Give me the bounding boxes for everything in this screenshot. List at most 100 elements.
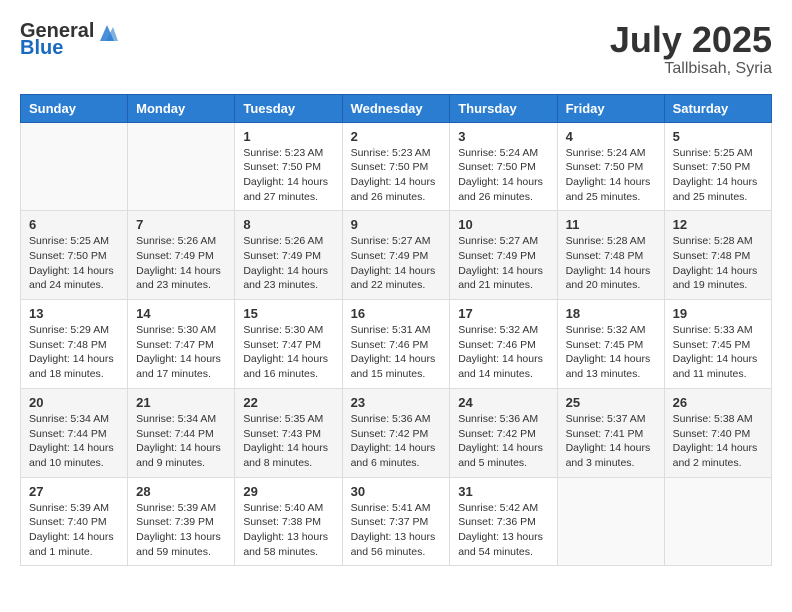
- day-info: Sunrise: 5:34 AM Sunset: 7:44 PM Dayligh…: [136, 412, 226, 471]
- day-cell: 5 Sunrise: 5:25 AM Sunset: 7:50 PM Daylig…: [664, 122, 771, 211]
- calendar-table: SundayMondayTuesdayWednesdayThursdayFrid…: [20, 94, 772, 567]
- day-info: Sunrise: 5:23 AM Sunset: 7:50 PM Dayligh…: [351, 146, 442, 205]
- week-row-1: 1 Sunrise: 5:23 AM Sunset: 7:50 PM Daylig…: [21, 122, 772, 211]
- logo: General Blue: [20, 20, 118, 60]
- day-cell: 18 Sunrise: 5:32 AM Sunset: 7:45 PM Dayli…: [557, 300, 664, 389]
- logo-icon: [96, 23, 118, 41]
- day-cell: 19 Sunrise: 5:33 AM Sunset: 7:45 PM Dayli…: [664, 300, 771, 389]
- day-number: 20: [29, 395, 119, 410]
- day-cell: 17 Sunrise: 5:32 AM Sunset: 7:46 PM Dayli…: [450, 300, 557, 389]
- day-number: 18: [566, 306, 656, 321]
- day-cell: 12 Sunrise: 5:28 AM Sunset: 7:48 PM Dayli…: [664, 211, 771, 300]
- day-cell: 8Sunrise: 5:26 AM Sunset: 7:49 PM Daylig…: [235, 211, 342, 300]
- day-number: 27: [29, 484, 119, 499]
- day-cell: 13 Sunrise: 5:29 AM Sunset: 7:48 PM Dayli…: [21, 300, 128, 389]
- day-number: 8: [243, 217, 333, 232]
- day-number: 9: [351, 217, 442, 232]
- week-row-2: 6Sunrise: 5:25 AM Sunset: 7:50 PM Daylig…: [21, 211, 772, 300]
- day-number: 13: [29, 306, 119, 321]
- day-info: Sunrise: 5:29 AM Sunset: 7:48 PM Dayligh…: [29, 323, 119, 382]
- weekday-header-sunday: Sunday: [21, 94, 128, 122]
- day-number: 12: [673, 217, 763, 232]
- day-cell: 2 Sunrise: 5:23 AM Sunset: 7:50 PM Daylig…: [342, 122, 450, 211]
- day-info: Sunrise: 5:28 AM Sunset: 7:48 PM Dayligh…: [566, 234, 656, 293]
- weekday-header-friday: Friday: [557, 94, 664, 122]
- day-info: Sunrise: 5:35 AM Sunset: 7:43 PM Dayligh…: [243, 412, 333, 471]
- day-number: 23: [351, 395, 442, 410]
- day-cell: 9 Sunrise: 5:27 AM Sunset: 7:49 PM Daylig…: [342, 211, 450, 300]
- weekday-header-monday: Monday: [128, 94, 235, 122]
- week-row-3: 13 Sunrise: 5:29 AM Sunset: 7:48 PM Dayli…: [21, 300, 772, 389]
- day-cell: 7 Sunrise: 5:26 AM Sunset: 7:49 PM Daylig…: [128, 211, 235, 300]
- day-cell: 15Sunrise: 5:30 AM Sunset: 7:47 PM Dayli…: [235, 300, 342, 389]
- day-cell: 30 Sunrise: 5:41 AM Sunset: 7:37 PM Dayli…: [342, 477, 450, 566]
- day-number: 10: [458, 217, 548, 232]
- day-cell: 29 Sunrise: 5:40 AM Sunset: 7:38 PM Dayli…: [235, 477, 342, 566]
- day-info: Sunrise: 5:30 AM Sunset: 7:47 PM Dayligh…: [136, 323, 226, 382]
- day-info: Sunrise: 5:38 AM Sunset: 7:40 PM Dayligh…: [673, 412, 763, 471]
- day-number: 19: [673, 306, 763, 321]
- title-block: July 2025 Tallbisah, Syria: [610, 20, 772, 78]
- day-number: 30: [351, 484, 442, 499]
- week-row-5: 27 Sunrise: 5:39 AM Sunset: 7:40 PM Dayli…: [21, 477, 772, 566]
- day-cell: 6Sunrise: 5:25 AM Sunset: 7:50 PM Daylig…: [21, 211, 128, 300]
- page-header: General Blue July 2025 Tallbisah, Syria: [20, 20, 772, 78]
- day-info: Sunrise: 5:23 AM Sunset: 7:50 PM Dayligh…: [243, 146, 333, 205]
- day-info: Sunrise: 5:32 AM Sunset: 7:45 PM Dayligh…: [566, 323, 656, 382]
- day-cell: 10Sunrise: 5:27 AM Sunset: 7:49 PM Dayli…: [450, 211, 557, 300]
- day-info: Sunrise: 5:37 AM Sunset: 7:41 PM Dayligh…: [566, 412, 656, 471]
- day-cell: 31 Sunrise: 5:42 AM Sunset: 7:36 PM Dayli…: [450, 477, 557, 566]
- day-number: 14: [136, 306, 226, 321]
- day-cell: 11Sunrise: 5:28 AM Sunset: 7:48 PM Dayli…: [557, 211, 664, 300]
- day-info: Sunrise: 5:24 AM Sunset: 7:50 PM Dayligh…: [566, 146, 656, 205]
- day-number: 7: [136, 217, 226, 232]
- day-info: Sunrise: 5:39 AM Sunset: 7:39 PM Dayligh…: [136, 501, 226, 560]
- day-cell: [128, 122, 235, 211]
- day-info: Sunrise: 5:42 AM Sunset: 7:36 PM Dayligh…: [458, 501, 548, 560]
- day-number: 26: [673, 395, 763, 410]
- month-year-title: July 2025: [610, 20, 772, 60]
- day-number: 28: [136, 484, 226, 499]
- day-cell: 21 Sunrise: 5:34 AM Sunset: 7:44 PM Dayli…: [128, 388, 235, 477]
- day-info: Sunrise: 5:32 AM Sunset: 7:46 PM Dayligh…: [458, 323, 548, 382]
- day-number: 4: [566, 129, 656, 144]
- day-number: 2: [351, 129, 442, 144]
- day-cell: 22 Sunrise: 5:35 AM Sunset: 7:43 PM Dayli…: [235, 388, 342, 477]
- day-cell: 1 Sunrise: 5:23 AM Sunset: 7:50 PM Daylig…: [235, 122, 342, 211]
- week-row-4: 20 Sunrise: 5:34 AM Sunset: 7:44 PM Dayli…: [21, 388, 772, 477]
- day-number: 5: [673, 129, 763, 144]
- weekday-header-wednesday: Wednesday: [342, 94, 450, 122]
- day-number: 1: [243, 129, 333, 144]
- day-cell: 28 Sunrise: 5:39 AM Sunset: 7:39 PM Dayli…: [128, 477, 235, 566]
- day-number: 22: [243, 395, 333, 410]
- day-number: 24: [458, 395, 548, 410]
- day-cell: 3Sunrise: 5:24 AM Sunset: 7:50 PM Daylig…: [450, 122, 557, 211]
- day-info: Sunrise: 5:24 AM Sunset: 7:50 PM Dayligh…: [458, 146, 548, 205]
- day-info: Sunrise: 5:26 AM Sunset: 7:49 PM Dayligh…: [136, 234, 226, 293]
- day-number: 21: [136, 395, 226, 410]
- day-info: Sunrise: 5:27 AM Sunset: 7:49 PM Dayligh…: [351, 234, 442, 293]
- day-info: Sunrise: 5:39 AM Sunset: 7:40 PM Dayligh…: [29, 501, 119, 560]
- day-number: 31: [458, 484, 548, 499]
- day-number: 6: [29, 217, 119, 232]
- day-number: 29: [243, 484, 333, 499]
- day-info: Sunrise: 5:36 AM Sunset: 7:42 PM Dayligh…: [458, 412, 548, 471]
- day-info: Sunrise: 5:33 AM Sunset: 7:45 PM Dayligh…: [673, 323, 763, 382]
- day-cell: 4 Sunrise: 5:24 AM Sunset: 7:50 PM Daylig…: [557, 122, 664, 211]
- day-cell: [557, 477, 664, 566]
- location-subtitle: Tallbisah, Syria: [610, 60, 772, 78]
- day-info: Sunrise: 5:34 AM Sunset: 7:44 PM Dayligh…: [29, 412, 119, 471]
- day-number: 17: [458, 306, 548, 321]
- day-info: Sunrise: 5:40 AM Sunset: 7:38 PM Dayligh…: [243, 501, 333, 560]
- day-info: Sunrise: 5:25 AM Sunset: 7:50 PM Dayligh…: [673, 146, 763, 205]
- day-info: Sunrise: 5:41 AM Sunset: 7:37 PM Dayligh…: [351, 501, 442, 560]
- day-cell: 26 Sunrise: 5:38 AM Sunset: 7:40 PM Dayli…: [664, 388, 771, 477]
- day-info: Sunrise: 5:28 AM Sunset: 7:48 PM Dayligh…: [673, 234, 763, 293]
- weekday-header-tuesday: Tuesday: [235, 94, 342, 122]
- day-cell: 25Sunrise: 5:37 AM Sunset: 7:41 PM Dayli…: [557, 388, 664, 477]
- day-number: 15: [243, 306, 333, 321]
- day-cell: 23 Sunrise: 5:36 AM Sunset: 7:42 PM Dayli…: [342, 388, 450, 477]
- day-number: 16: [351, 306, 442, 321]
- day-cell: 20 Sunrise: 5:34 AM Sunset: 7:44 PM Dayli…: [21, 388, 128, 477]
- day-info: Sunrise: 5:36 AM Sunset: 7:42 PM Dayligh…: [351, 412, 442, 471]
